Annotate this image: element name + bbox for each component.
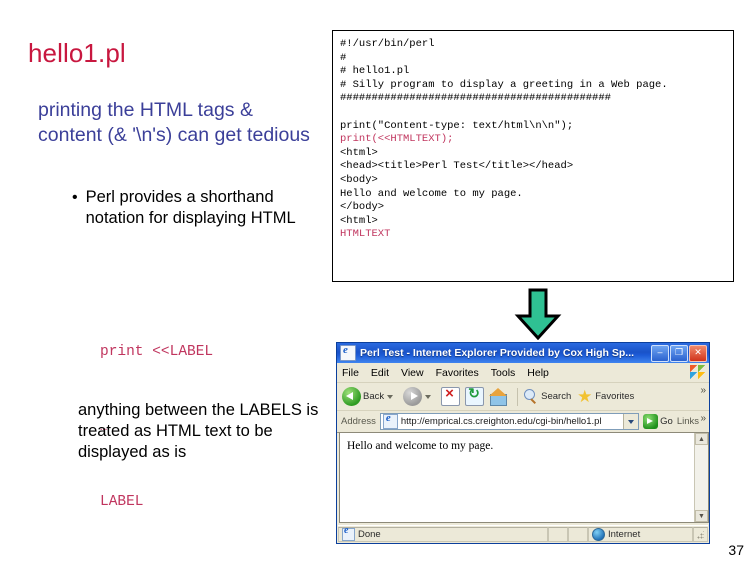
code-line: # hello1.pl (340, 65, 410, 78)
code-line: ########################################… (340, 92, 611, 105)
vertical-scrollbar[interactable]: ▲ ▼ (694, 433, 708, 522)
code-line: Hello and welcome to my page. (340, 187, 523, 200)
back-button[interactable]: Back (342, 387, 398, 406)
menu-item-favorites[interactable]: Favorites (436, 367, 479, 379)
code-line: <html> (340, 214, 378, 227)
refresh-icon (465, 385, 485, 406)
security-zone-indicator: Internet (588, 526, 693, 542)
code-line: print("Content-type: text/html\n\n"); (340, 119, 574, 132)
status-message-text: Done (358, 528, 381, 540)
back-button-label: Back (363, 391, 385, 402)
window-controls: – ❐ ✕ (651, 344, 707, 362)
search-button[interactable]: Search (523, 388, 572, 405)
globe-icon (592, 527, 605, 541)
snippet-line-3: LABEL (100, 494, 144, 510)
down-arrow-icon (512, 288, 564, 341)
bullet-item-label: Perl provides a shorthand notation for d… (85, 188, 296, 227)
code-line: <body> (340, 173, 378, 186)
address-label: Address (341, 416, 376, 427)
code-line: # Silly program to display a greeting in… (340, 78, 668, 91)
forward-button[interactable] (403, 387, 436, 406)
code-line: <head><title>Perl Test</title></head> (340, 160, 574, 173)
code-line: #!/usr/bin/perl (340, 38, 435, 50)
links-menu-label[interactable]: Links (677, 416, 699, 427)
menu-item-tools[interactable]: Tools (491, 367, 516, 379)
go-button[interactable]: Go (643, 414, 673, 429)
browser-content-viewport: Hello and welcome to my page. ▲ ▼ (339, 432, 709, 523)
status-pane-1 (548, 526, 568, 542)
menu-item-edit[interactable]: Edit (371, 367, 389, 379)
home-icon (489, 388, 508, 406)
code-line: <html> (340, 146, 378, 159)
menu-item-view[interactable]: View (401, 367, 424, 379)
address-input[interactable]: http://emprical.cs.creighton.edu/cgi-bin… (379, 412, 640, 430)
subheading-text: printing the HTML tags & content (& '\n'… (38, 99, 310, 146)
browser-toolbar: Back Search ★ Favorites » (337, 383, 709, 411)
windows-flag-icon (690, 365, 705, 379)
status-pane-2 (568, 526, 588, 542)
rendered-page-text: Hello and welcome to my page. (347, 440, 494, 452)
favorites-button[interactable]: ★ Favorites (576, 386, 635, 406)
star-icon: ★ (577, 386, 593, 406)
code-line: print(<<HTMLTEXT); (340, 133, 454, 146)
address-dropdown-button[interactable] (623, 414, 639, 429)
browser-title-bar: Perl Test - Internet Explorer Provided b… (337, 343, 709, 363)
security-zone-label: Internet (608, 528, 641, 540)
status-message: Done (338, 525, 548, 542)
toolbar-divider (517, 387, 519, 406)
bullet-list-item: • Perl provides a shorthand notation for… (72, 187, 322, 229)
perl-source-code-box: #!/usr/bin/perl # # hello1.pl # Silly progr… (332, 30, 734, 282)
closing-note-text: anything between the LABELS is treated a… (78, 401, 319, 461)
minimize-button[interactable]: – (651, 344, 669, 362)
stop-button[interactable] (441, 385, 461, 406)
scroll-down-button[interactable]: ▼ (695, 510, 708, 522)
search-button-label: Search (541, 391, 572, 402)
menu-item-file[interactable]: File (342, 367, 359, 379)
refresh-button[interactable] (465, 385, 485, 406)
address-url-text: http://emprical.cs.creighton.edu/cgi-bin… (400, 416, 602, 427)
menu-item-help[interactable]: Help (527, 367, 549, 379)
status-page-icon (342, 525, 355, 541)
favorites-button-label: Favorites (595, 391, 635, 402)
code-line: </body> (340, 201, 385, 214)
code-line: # (340, 51, 347, 64)
address-overflow-button[interactable]: » (700, 413, 706, 424)
code-line: HTMLTEXT (340, 228, 391, 241)
back-arrow-icon (342, 387, 361, 406)
forward-history-chevron-down-icon[interactable] (425, 394, 432, 399)
snippet-line-1: print <<LABEL (100, 344, 214, 360)
go-button-label: Go (660, 416, 673, 427)
resize-grip-icon (697, 529, 704, 539)
internet-explorer-icon (340, 344, 356, 361)
back-history-chevron-down-icon[interactable] (387, 394, 394, 399)
page-icon (382, 412, 398, 429)
search-icon (523, 388, 539, 405)
home-button[interactable] (489, 388, 508, 406)
stop-icon (441, 385, 461, 406)
slide-page-number: 37 (728, 542, 744, 558)
toolbar-overflow-button[interactable]: » (700, 385, 706, 396)
maximize-button[interactable]: ❐ (670, 344, 688, 362)
browser-window-title: Perl Test - Internet Explorer Provided b… (360, 347, 635, 359)
resize-grip[interactable] (693, 526, 708, 542)
forward-arrow-icon (403, 387, 423, 406)
close-button[interactable]: ✕ (689, 344, 707, 362)
page-title: hello1.pl (28, 38, 126, 68)
browser-status-bar: Done Internet (338, 525, 708, 542)
browser-window: Perl Test - Internet Explorer Provided b… (336, 342, 710, 544)
browser-menu-bar: File Edit View Favorites Tools Help (337, 363, 709, 383)
browser-address-bar: Address http://emprical.cs.creighton.edu… (337, 411, 709, 433)
go-arrow-icon (643, 414, 659, 429)
bullet-marker-icon: • (72, 189, 78, 206)
scroll-up-button[interactable]: ▲ (695, 433, 708, 445)
